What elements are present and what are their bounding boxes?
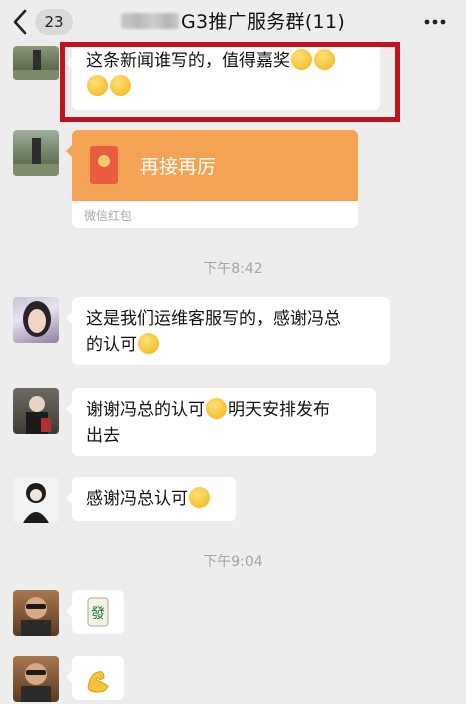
message-text: 感谢冯总认可 bbox=[86, 489, 188, 509]
chat-header: 23 G3推广服务群(11) bbox=[0, 0, 466, 46]
red-packet-label: 再接再厉 bbox=[140, 156, 217, 178]
message-bubble[interactable] bbox=[66, 656, 124, 700]
avatar[interactable] bbox=[13, 590, 59, 636]
timestamp: 下午8:42 bbox=[203, 261, 263, 277]
avatar[interactable] bbox=[13, 477, 59, 523]
avatar[interactable] bbox=[13, 388, 59, 434]
message-text: 出去 bbox=[86, 426, 120, 446]
red-envelope-icon bbox=[90, 146, 118, 184]
avatar[interactable] bbox=[13, 297, 59, 343]
more-options-icon[interactable] bbox=[424, 19, 446, 25]
message-bubble[interactable]: 谢谢冯总的认可 明天安排发布 出去 bbox=[66, 388, 376, 456]
tongue-wink-emoji bbox=[138, 333, 159, 354]
smile-emoji bbox=[206, 398, 227, 419]
mahjong-tile-icon: 發 bbox=[87, 597, 109, 627]
chat-title-text: G3推广服务群(11) bbox=[180, 11, 346, 33]
message-bubble[interactable]: 發 bbox=[66, 590, 124, 634]
red-packet-footer: 微信红包 bbox=[84, 209, 133, 223]
avatar[interactable] bbox=[13, 46, 59, 80]
flexed-biceps-icon bbox=[87, 671, 109, 693]
avatar[interactable] bbox=[13, 656, 59, 702]
message-text: 明天安排发布 bbox=[228, 400, 330, 420]
message-text: 谢谢冯总的认可 bbox=[86, 400, 205, 420]
timestamp: 下午9:04 bbox=[203, 554, 263, 570]
smile-emoji bbox=[189, 487, 210, 508]
mahjong-glyph: 發 bbox=[91, 606, 105, 622]
chat-title: G3推广服务群(11) bbox=[0, 8, 466, 36]
message-bubble[interactable]: 感谢冯总认可 bbox=[66, 477, 236, 521]
red-packet-card[interactable]: 再接再厉 微信红包 bbox=[72, 130, 358, 228]
message-text: 的认可 bbox=[86, 335, 137, 355]
blurred-name bbox=[120, 13, 179, 29]
highlight-box bbox=[60, 42, 400, 122]
message-bubble[interactable]: 这是我们运维客服写的，感谢冯总 的认可 bbox=[66, 297, 390, 365]
avatar[interactable] bbox=[13, 130, 59, 176]
message-text: 这是我们运维客服写的，感谢冯总 bbox=[86, 309, 341, 329]
